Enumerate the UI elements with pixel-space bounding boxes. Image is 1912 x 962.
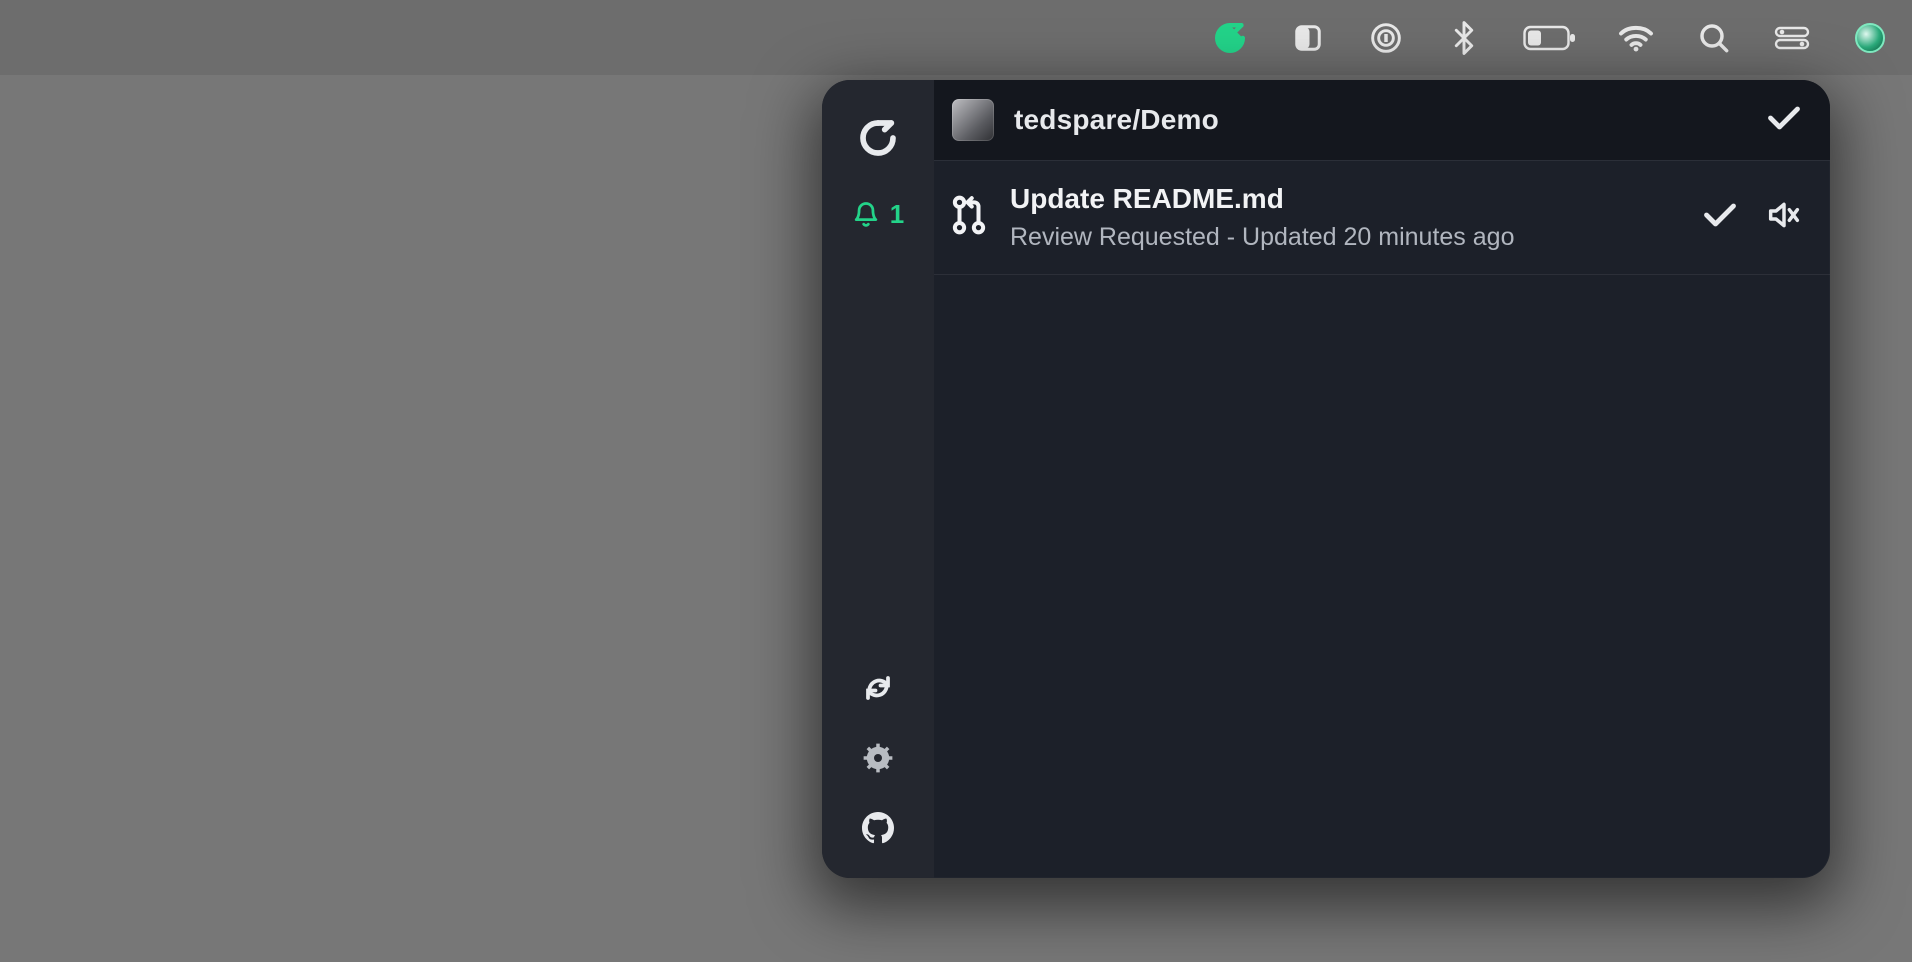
control-center-icon[interactable] (1770, 16, 1814, 60)
panel-rail: 1 (822, 80, 934, 878)
user-avatar-icon[interactable] (1848, 16, 1892, 60)
notification-actions (1702, 201, 1800, 234)
battery-icon[interactable] (1520, 16, 1580, 60)
mute-notification-button[interactable] (1768, 201, 1800, 234)
github-link-button[interactable] (858, 808, 898, 848)
refresh-icon (863, 673, 893, 703)
gitify-panel: 1 tedspare (822, 80, 1830, 878)
mute-icon (1768, 201, 1800, 229)
mark-repo-read-button[interactable] (1766, 104, 1802, 137)
repo-name: tedspare/Demo (1014, 104, 1746, 136)
check-icon (1766, 104, 1802, 132)
gitify-menubar-icon[interactable] (1208, 16, 1252, 60)
refresh-button[interactable] (858, 668, 898, 708)
bluetooth-icon[interactable] (1442, 16, 1486, 60)
notification-texts: Update README.md Review Requested - Upda… (1010, 183, 1678, 252)
notification-item[interactable]: Update README.md Review Requested - Upda… (934, 161, 1830, 275)
check-icon (1702, 201, 1738, 229)
gear-icon (863, 743, 893, 773)
notification-subtitle: Review Requested - Updated 20 minutes ag… (1010, 223, 1678, 252)
mark-notification-read-button[interactable] (1702, 201, 1738, 234)
github-icon (862, 812, 894, 844)
pull-request-icon (952, 196, 986, 239)
settings-button[interactable] (858, 738, 898, 778)
spotlight-search-icon[interactable] (1692, 16, 1736, 60)
bell-icon (852, 200, 880, 230)
notifications-button[interactable]: 1 (852, 199, 904, 230)
macos-menubar (0, 0, 1912, 75)
gitify-logo-icon (858, 118, 898, 163)
wifi-icon[interactable] (1614, 16, 1658, 60)
one-password-icon[interactable] (1364, 16, 1408, 60)
panel-content: tedspare/Demo Update README.md (934, 80, 1830, 878)
stage-manager-icon[interactable] (1286, 16, 1330, 60)
repo-avatar (952, 99, 994, 141)
notification-title: Update README.md (1010, 183, 1678, 215)
notification-count: 1 (890, 199, 904, 230)
repo-header[interactable]: tedspare/Demo (934, 80, 1830, 161)
